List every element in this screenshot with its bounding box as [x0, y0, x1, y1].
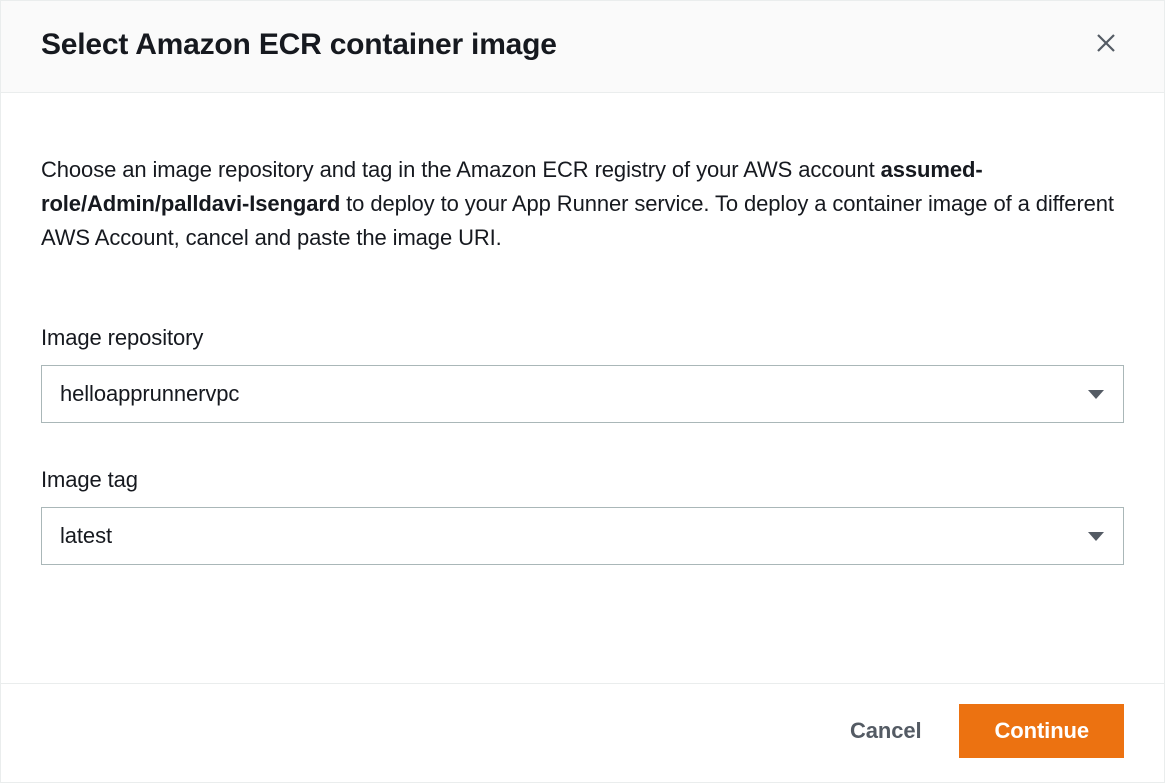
- modal-header: Select Amazon ECR container image: [1, 1, 1164, 93]
- image-repository-select[interactable]: helloapprunnervpc: [41, 365, 1124, 423]
- description-text-before: Choose an image repository and tag in th…: [41, 157, 881, 182]
- select-ecr-image-modal: Select Amazon ECR container image Choose…: [0, 0, 1165, 783]
- cancel-button[interactable]: Cancel: [840, 706, 932, 756]
- image-repository-value: helloapprunnervpc: [60, 381, 239, 407]
- image-tag-value: latest: [60, 523, 112, 549]
- modal-title: Select Amazon ECR container image: [41, 28, 557, 62]
- image-tag-select[interactable]: latest: [41, 507, 1124, 565]
- image-tag-label: Image tag: [41, 467, 1124, 493]
- continue-button[interactable]: Continue: [959, 704, 1124, 758]
- image-repository-group: Image repository helloapprunnervpc: [41, 325, 1124, 423]
- modal-body: Choose an image repository and tag in th…: [1, 93, 1164, 683]
- modal-footer: Cancel Continue: [1, 683, 1164, 782]
- image-repository-label: Image repository: [41, 325, 1124, 351]
- image-tag-group: Image tag latest: [41, 467, 1124, 565]
- close-icon: [1094, 31, 1118, 58]
- image-repository-select-wrapper: helloapprunnervpc: [41, 365, 1124, 423]
- image-tag-select-wrapper: latest: [41, 507, 1124, 565]
- modal-description: Choose an image repository and tag in th…: [41, 153, 1124, 255]
- close-button[interactable]: [1088, 25, 1124, 64]
